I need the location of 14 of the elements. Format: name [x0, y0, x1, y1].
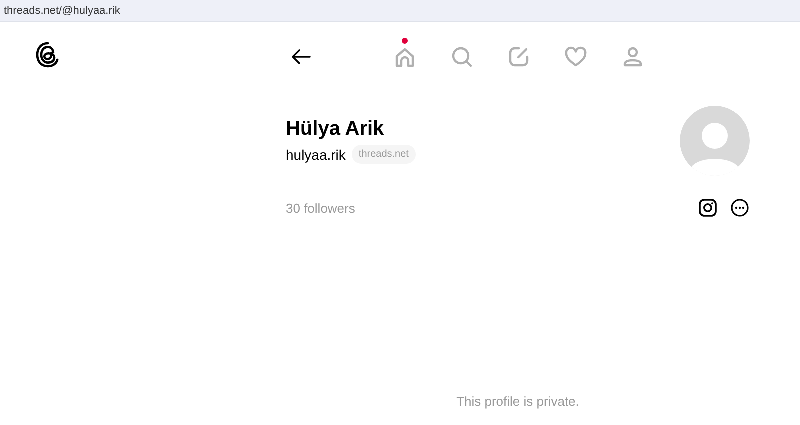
profile-handle: hulyaa.rik: [286, 146, 346, 162]
profile-icon[interactable]: [621, 45, 645, 69]
avatar-icon: [680, 106, 750, 176]
heart-icon[interactable]: [564, 45, 588, 69]
private-notice: This profile is private.: [456, 394, 580, 409]
more-icon[interactable]: [730, 198, 750, 218]
instagram-icon[interactable]: [698, 198, 718, 218]
address-url[interactable]: threads.net/@hulyaa.rik: [4, 4, 120, 16]
search-icon[interactable]: [450, 45, 474, 69]
domain-badge[interactable]: threads.net: [352, 145, 416, 164]
followers-count[interactable]: 30 followers: [286, 200, 356, 216]
threads-logo-icon[interactable]: [36, 42, 60, 68]
compose-icon[interactable]: [507, 45, 531, 69]
profile-name: Hülya Arik: [286, 118, 386, 141]
